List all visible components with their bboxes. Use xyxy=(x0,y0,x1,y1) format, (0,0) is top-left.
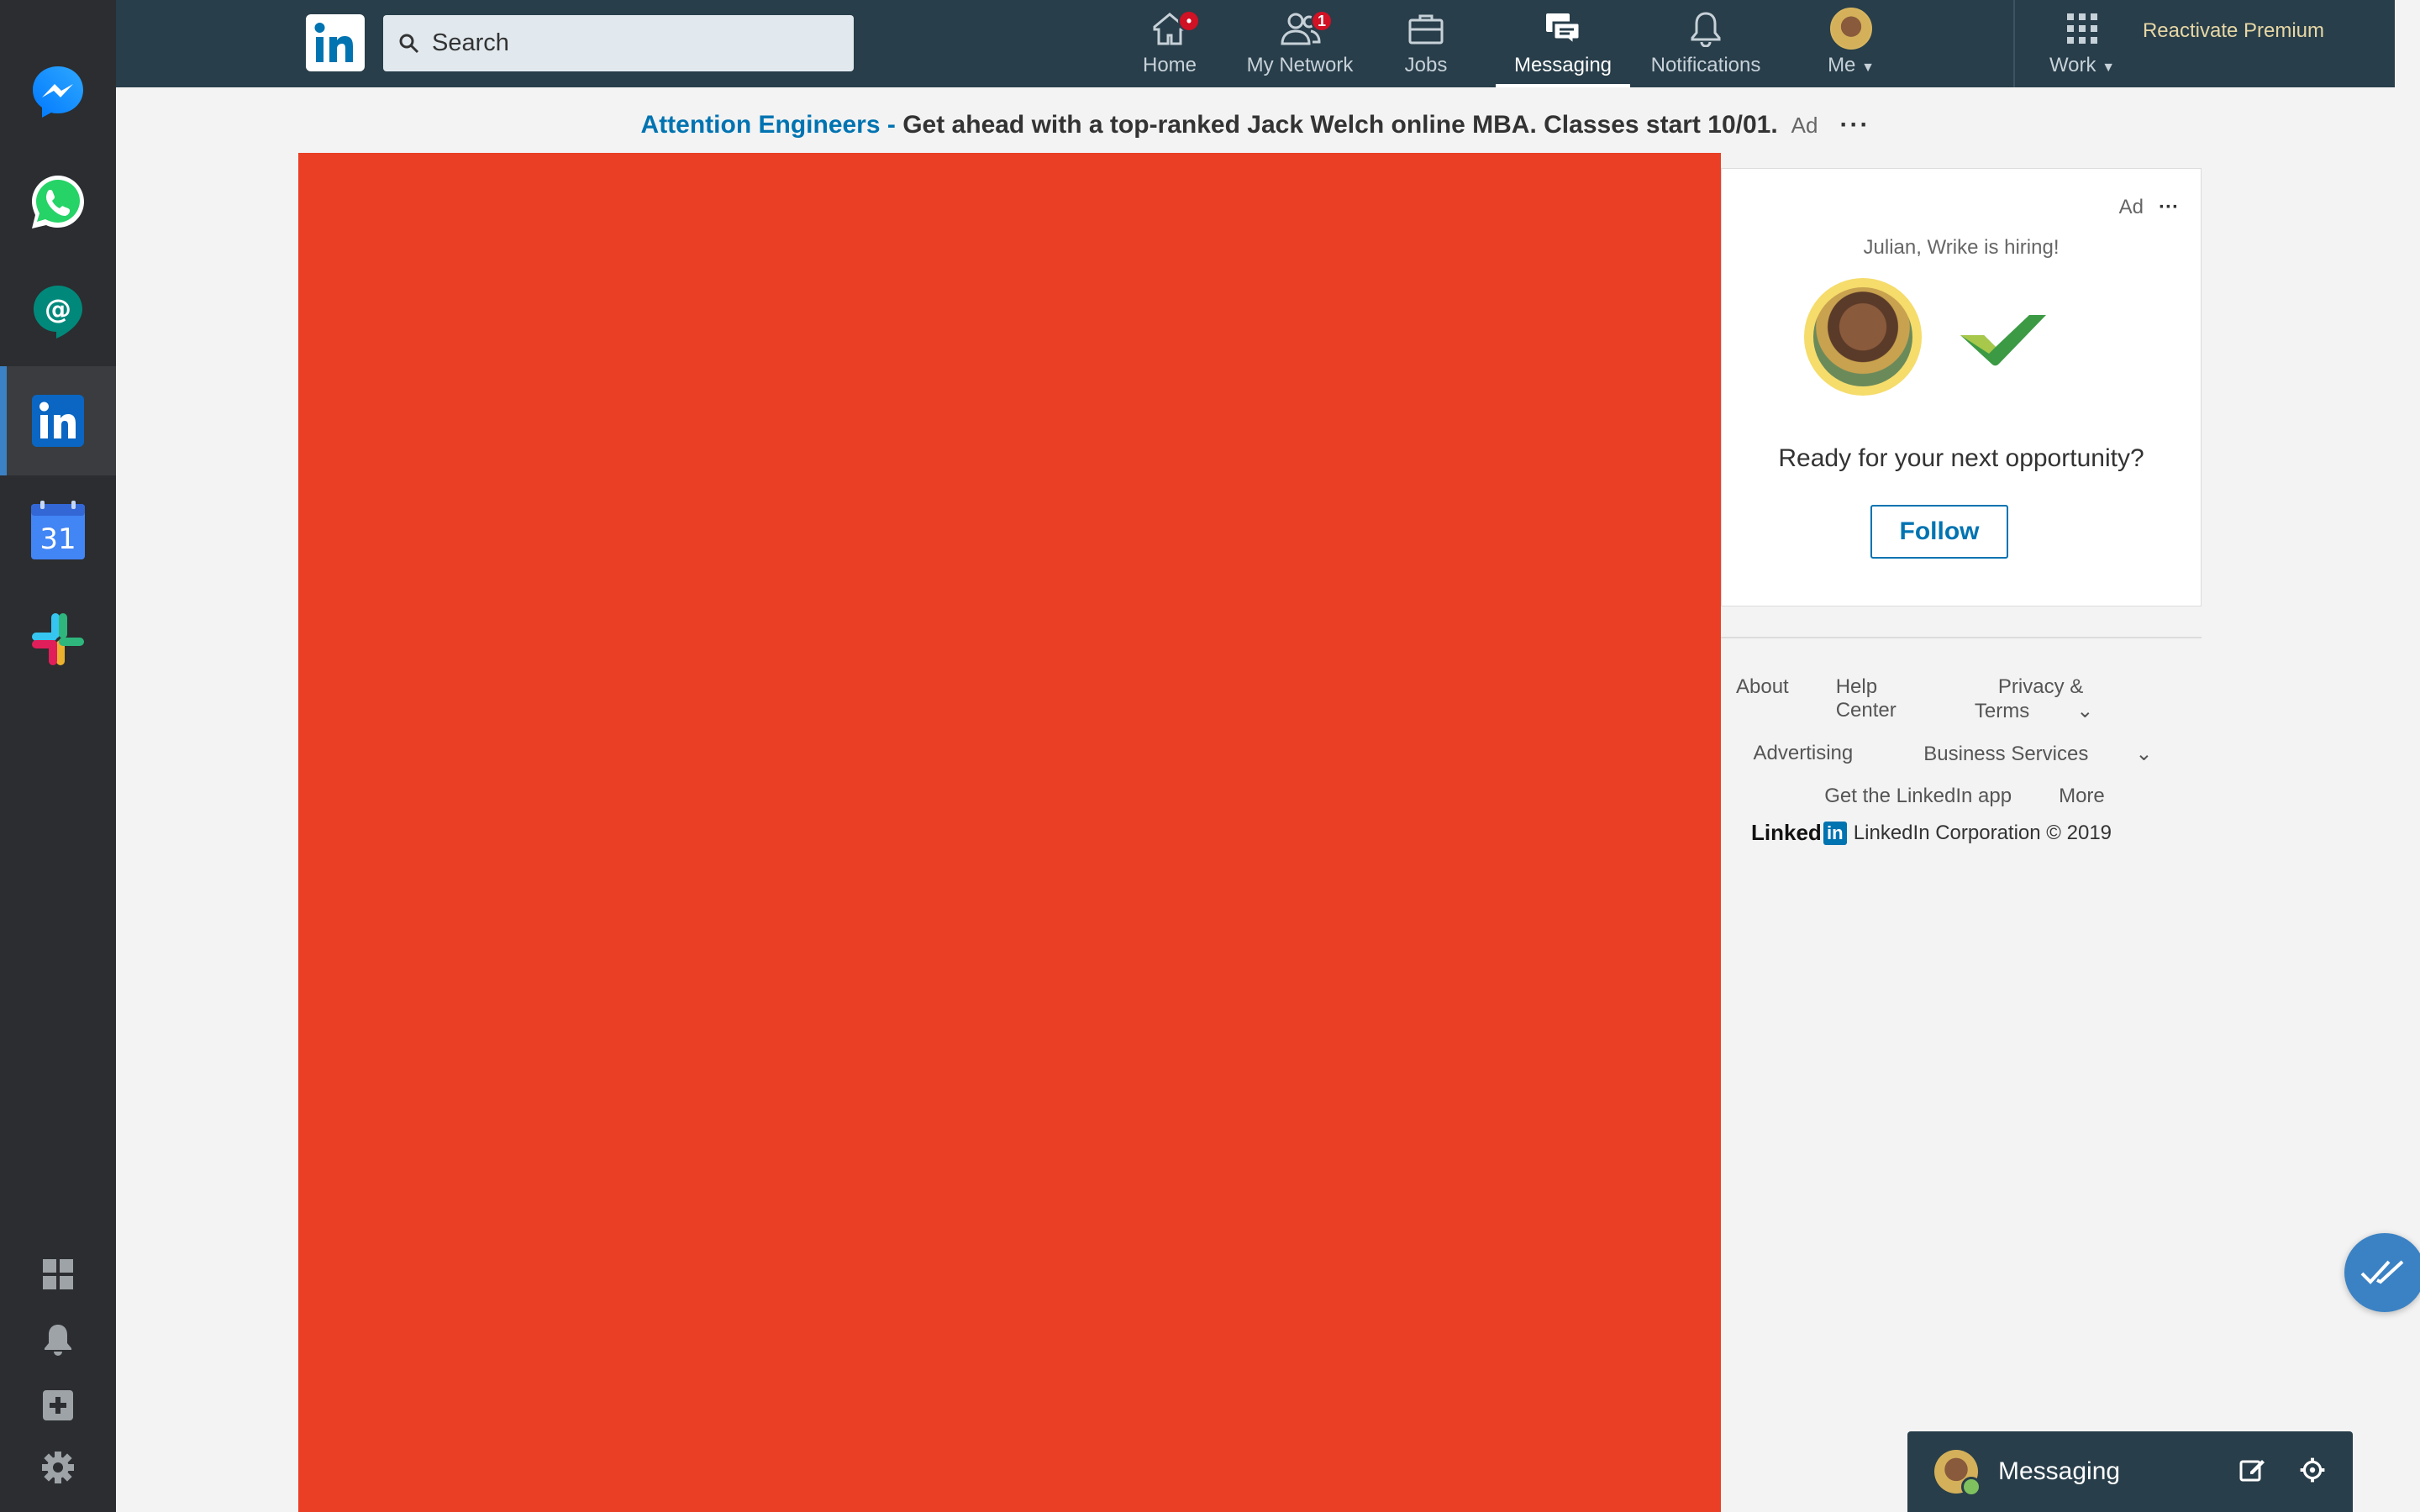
at-sign-icon: @ xyxy=(34,286,82,339)
ad-banner-text: Get ahead with a top-ranked Jack Welch o… xyxy=(895,111,1778,139)
me-avatar xyxy=(1830,8,1872,50)
nav-me[interactable]: Me ▼ xyxy=(1797,0,1906,87)
grid-icon xyxy=(43,1259,73,1289)
nav-my-network[interactable]: 1 My Network xyxy=(1224,0,1376,87)
main-content: Attention Engineers - Get ahead with a t… xyxy=(116,87,2395,1512)
profile-photo xyxy=(1804,278,1922,396)
nav-work[interactable]: Work ▼ xyxy=(2023,0,2141,87)
nav-notifications-label: Notifications xyxy=(1650,54,1761,76)
footer-advertising-link[interactable]: Advertising xyxy=(1754,742,1854,766)
messaging-bar-tools xyxy=(2238,1457,2326,1483)
apps-grid-icon xyxy=(2067,13,2097,44)
slack-app[interactable] xyxy=(0,585,116,694)
linkedin-logo[interactable] xyxy=(306,14,365,71)
messaging-bar-label: Messaging xyxy=(1998,1457,2121,1485)
nav-messaging[interactable]: Messaging xyxy=(1496,0,1630,87)
notifications-button[interactable] xyxy=(0,1310,116,1369)
calendar-icon: 31 xyxy=(31,501,85,559)
calendar-day: 31 xyxy=(39,522,76,556)
home-badge: • xyxy=(1178,10,1200,32)
gear-icon xyxy=(42,1452,74,1483)
linkedin-logo-icon xyxy=(314,23,353,62)
hangouts-chat-app[interactable]: @ xyxy=(0,256,116,365)
bell-outline-icon xyxy=(1691,12,1721,47)
follow-button[interactable]: Follow xyxy=(1870,505,2008,559)
nav-messaging-label: Messaging xyxy=(1513,54,1612,76)
whatsapp-app[interactable] xyxy=(0,148,116,257)
nav-my-network-label: My Network xyxy=(1246,54,1354,76)
nav-notifications[interactable]: Notifications xyxy=(1630,0,1781,87)
footer-help-center-link[interactable]: Help Center xyxy=(1836,675,1928,723)
hiring-text: Julian, Wrike is hiring! xyxy=(1863,236,2060,259)
messaging-avatar xyxy=(1934,1450,1981,1497)
linkedin-wordmark: Linked in xyxy=(1751,820,1847,846)
nav-work-label: Work ▼ xyxy=(2049,54,2116,76)
nav-me-label: Me ▼ xyxy=(1828,54,1875,76)
app-dock: @ 31 xyxy=(0,0,116,1512)
linkedin-icon xyxy=(32,395,84,447)
avatar xyxy=(1813,287,1912,386)
side-ad-label: Ad xyxy=(2118,196,2144,218)
messenger-icon xyxy=(33,66,83,118)
side-ad-header: Ad ··· xyxy=(2119,196,2179,219)
add-icon xyxy=(43,1390,73,1420)
footer-privacy-terms-link[interactable]: Privacy & Terms ⌄ xyxy=(1975,675,2193,723)
footer-links: About Help Center Privacy & Terms ⌄ Adver… xyxy=(1712,675,2217,827)
nav-divider xyxy=(2013,0,2015,87)
caret-down-icon: ▼ xyxy=(2102,60,2116,75)
footer-divider xyxy=(1721,637,2202,638)
slack-icon xyxy=(32,613,84,665)
search-input[interactable] xyxy=(432,29,835,57)
banner-more-button[interactable]: ··· xyxy=(1839,111,1870,139)
messaging-icon xyxy=(1546,13,1581,46)
linkedin-top-nav: • Home 1 My Network Jobs xyxy=(116,0,2395,87)
nav-home[interactable]: • Home xyxy=(1115,0,1224,87)
compose-icon[interactable] xyxy=(2238,1457,2265,1483)
add-service-button[interactable] xyxy=(0,1376,116,1435)
nav-jobs-label: Jobs xyxy=(1404,54,1448,76)
briefcase-icon xyxy=(1408,14,1444,45)
messaging-overlay-bar[interactable]: Messaging xyxy=(1907,1431,2353,1512)
nav-home-label: Home xyxy=(1142,54,1197,76)
google-calendar-app[interactable]: 31 xyxy=(0,476,116,585)
wrike-logo-icon xyxy=(1960,315,2046,366)
top-ad-banner[interactable]: Attention Engineers - Get ahead with a t… xyxy=(116,111,2395,139)
whatsapp-icon xyxy=(32,176,84,228)
double-check-icon xyxy=(2360,1260,2404,1284)
messenger-app[interactable] xyxy=(0,38,116,147)
footer-get-app-link[interactable]: Get the LinkedIn app xyxy=(1824,785,2012,808)
caret-down-icon: ▼ xyxy=(1861,60,1875,75)
mark-all-read-button[interactable] xyxy=(2344,1233,2420,1312)
ad-label: Ad xyxy=(1791,113,1818,138)
ad-banner-highlight: Attention Engineers - xyxy=(640,111,896,139)
chevron-down-icon: ⌄ xyxy=(2135,743,2153,765)
ad-headline: Ready for your next opportunity? xyxy=(1778,444,2144,472)
footer-business-services-link[interactable]: Business Services ⌄ xyxy=(1900,742,2175,766)
linkedin-app[interactable] xyxy=(0,366,116,475)
workspaces-button[interactable] xyxy=(0,1245,116,1304)
bell-icon xyxy=(45,1325,71,1356)
gear-icon[interactable] xyxy=(2299,1457,2326,1483)
side-ad-more-button[interactable]: ··· xyxy=(2159,196,2179,218)
footer-about-link[interactable]: About xyxy=(1736,675,1789,723)
red-content-block xyxy=(298,153,1721,1512)
settings-button[interactable] xyxy=(0,1438,116,1497)
chevron-down-icon: ⌄ xyxy=(2076,700,2094,722)
reactivate-premium-link[interactable]: Reactivate Premium xyxy=(2124,18,2343,44)
svg-text:@: @ xyxy=(45,293,71,325)
footer-copyright: Linked in LinkedIn Corporation © 2019 xyxy=(1751,820,2112,846)
search-box[interactable] xyxy=(383,15,854,71)
footer-more-link[interactable]: More xyxy=(2059,785,2105,808)
side-ad-card: Ad ··· Julian, Wrike is hiring! Ready for… xyxy=(1721,168,2202,606)
copyright-text: LinkedIn Corporation © 2019 xyxy=(1853,821,2112,844)
search-icon xyxy=(399,34,419,53)
nav-jobs[interactable]: Jobs xyxy=(1376,0,1476,87)
network-badge: 1 xyxy=(1310,10,1333,32)
